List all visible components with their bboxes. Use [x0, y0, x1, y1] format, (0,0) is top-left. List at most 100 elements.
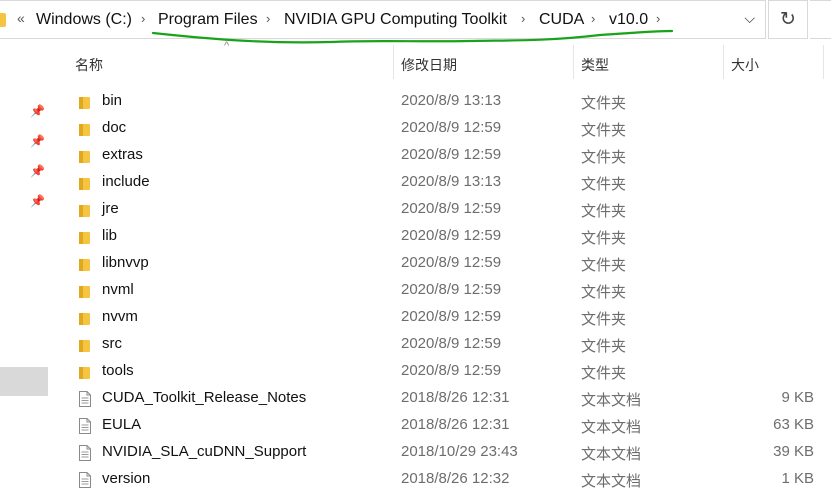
- file-name: version: [102, 470, 151, 487]
- file-type: 文件夹: [581, 257, 627, 274]
- file-row[interactable]: include 2020/8/9 13:13 文件夹: [58, 169, 831, 196]
- file-row[interactable]: NVIDIA_SLA_cuDNN_Support 2018/10/29 23:43…: [58, 439, 831, 466]
- file-row[interactable]: src 2020/8/9 12:59 文件夹: [58, 331, 831, 358]
- breadcrumb-program-files[interactable]: Program Files: [158, 11, 258, 29]
- file-date-modified: 2020/8/9 12:59: [401, 254, 502, 271]
- file-row[interactable]: libnvvp 2020/8/9 12:59 文件夹: [58, 250, 831, 277]
- file-date-modified: 2018/8/26 12:32: [401, 470, 510, 487]
- pin-icon[interactable]: 📌: [30, 134, 45, 148]
- folder-icon: [78, 148, 92, 164]
- file-name: nvml: [102, 281, 134, 298]
- file-type: 文件夹: [581, 149, 627, 166]
- file-name: include: [102, 173, 150, 190]
- column-divider[interactable]: [723, 45, 724, 79]
- file-size: 9 KB: [781, 389, 814, 406]
- file-date-modified: 2018/10/29 23:43: [401, 443, 518, 460]
- file-row[interactable]: CUDA_Toolkit_Release_Notes 2018/8/26 12:3…: [58, 385, 831, 412]
- chevron-right-icon[interactable]: ›: [266, 11, 270, 26]
- chevron-right-icon[interactable]: ›: [656, 11, 660, 26]
- file-type: 文件夹: [581, 230, 627, 247]
- pin-icon[interactable]: 📌: [30, 194, 45, 208]
- file-date-modified: 2020/8/9 12:59: [401, 227, 502, 244]
- file-row[interactable]: lib 2020/8/9 12:59 文件夹: [58, 223, 831, 250]
- file-type: 文件夹: [581, 122, 627, 139]
- sort-ascending-icon: ^: [224, 40, 230, 52]
- breadcrumb-overflow[interactable]: «: [17, 10, 25, 26]
- folder-icon: [78, 337, 92, 353]
- file-date-modified: 2020/8/9 12:59: [401, 119, 502, 136]
- file-date-modified: 2020/8/9 12:59: [401, 281, 502, 298]
- nav-selected-item[interactable]: [0, 367, 48, 396]
- folder-icon: [78, 121, 92, 137]
- file-name: lib: [102, 227, 118, 244]
- file-type: 文件夹: [581, 338, 627, 355]
- file-row[interactable]: EULA 2018/8/26 12:31 文本文档 63 KB: [58, 412, 831, 439]
- column-header-size[interactable]: 大小: [731, 55, 759, 75]
- chevron-right-icon[interactable]: ›: [141, 11, 145, 26]
- file-type: 文本文档: [581, 473, 642, 490]
- address-bar[interactable]: « Windows (C:) › Program Files › NVIDIA …: [0, 0, 766, 39]
- chevron-down-icon[interactable]: ⌵: [744, 10, 755, 27]
- folder-icon: [0, 13, 6, 27]
- folder-icon: [78, 202, 92, 218]
- folder-icon: [78, 229, 92, 245]
- file-name: tools: [102, 362, 134, 379]
- file-name: bin: [102, 92, 123, 109]
- file-date-modified: 2020/8/9 12:59: [401, 335, 502, 352]
- text-file-icon: [78, 445, 92, 461]
- folder-icon: [78, 175, 92, 191]
- file-type: 文件夹: [581, 203, 627, 220]
- column-divider[interactable]: [823, 45, 824, 79]
- file-type: 文件夹: [581, 176, 627, 193]
- pin-icon[interactable]: 📌: [30, 164, 45, 178]
- file-row[interactable]: doc 2020/8/9 12:59 文件夹: [58, 115, 831, 142]
- file-type: 文本文档: [581, 419, 642, 436]
- file-name: nvvm: [102, 308, 138, 325]
- file-date-modified: 2020/8/9 13:13: [401, 173, 502, 190]
- file-type: 文件夹: [581, 365, 627, 382]
- file-row[interactable]: extras 2020/8/9 12:59 文件夹: [58, 142, 831, 169]
- file-row[interactable]: bin 2020/8/9 13:13 文件夹: [58, 88, 831, 115]
- file-type: 文件夹: [581, 284, 627, 301]
- file-name: CUDA_Toolkit_Release_Notes: [102, 389, 307, 406]
- pin-icon[interactable]: 📌: [30, 104, 45, 118]
- chevron-right-icon[interactable]: ›: [591, 11, 595, 26]
- file-row[interactable]: tools 2020/8/9 12:59 文件夹: [58, 358, 831, 385]
- file-name: src: [102, 335, 122, 352]
- column-divider[interactable]: [573, 45, 574, 79]
- file-name: doc: [102, 119, 127, 136]
- search-box-edge[interactable]: [810, 0, 831, 39]
- column-divider[interactable]: [393, 45, 394, 79]
- column-header-date[interactable]: 修改日期: [401, 55, 457, 75]
- breadcrumb-v10-0[interactable]: v10.0: [609, 11, 648, 29]
- file-name: jre: [102, 200, 119, 217]
- file-row[interactable]: nvvm 2020/8/9 12:59 文件夹: [58, 304, 831, 331]
- file-date-modified: 2018/8/26 12:31: [401, 416, 510, 433]
- file-type: 文本文档: [581, 392, 642, 409]
- breadcrumb-cuda[interactable]: CUDA: [539, 11, 584, 29]
- file-name: libnvvp: [102, 254, 149, 271]
- breadcrumb-nvidia-gpu-computing-toolkit[interactable]: NVIDIA GPU Computing Toolkit: [284, 11, 507, 29]
- file-size: 39 KB: [773, 443, 814, 460]
- file-row[interactable]: nvml 2020/8/9 12:59 文件夹: [58, 277, 831, 304]
- column-header-name[interactable]: 名称: [75, 55, 103, 75]
- refresh-button[interactable]: ↻: [768, 0, 808, 39]
- file-type: 文件夹: [581, 311, 627, 328]
- column-header-type[interactable]: 类型: [581, 55, 609, 75]
- file-row[interactable]: version 2018/8/26 12:32 文本文档 1 KB: [58, 466, 831, 493]
- breadcrumb-windows-c[interactable]: Windows (C:): [36, 11, 132, 29]
- file-row[interactable]: jre 2020/8/9 12:59 文件夹: [58, 196, 831, 223]
- folder-icon: [78, 364, 92, 380]
- chevron-right-icon[interactable]: ›: [521, 11, 525, 26]
- refresh-icon: ↻: [780, 9, 796, 30]
- file-type: 文件夹: [581, 95, 627, 112]
- text-file-icon: [78, 472, 92, 488]
- file-date-modified: 2018/8/26 12:31: [401, 389, 510, 406]
- text-file-icon: [78, 391, 92, 407]
- folder-icon: [78, 283, 92, 299]
- file-name: EULA: [102, 416, 142, 433]
- file-date-modified: 2020/8/9 12:59: [401, 362, 502, 379]
- file-date-modified: 2020/8/9 13:13: [401, 92, 502, 109]
- folder-icon: [78, 310, 92, 326]
- file-date-modified: 2020/8/9 12:59: [401, 200, 502, 217]
